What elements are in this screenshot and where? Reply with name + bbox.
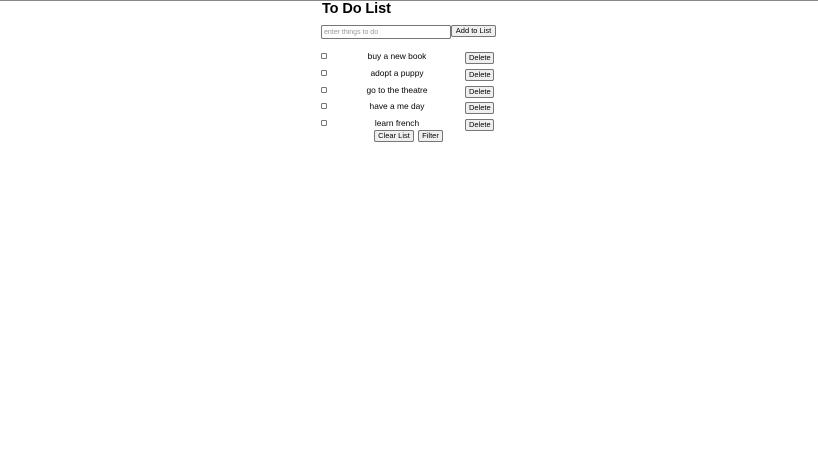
- delete-button[interactable]: Delete: [465, 68, 494, 81]
- clear-list-button[interactable]: Clear List: [374, 130, 414, 142]
- add-to-list-button[interactable]: Add to List: [451, 25, 496, 37]
- list-actions: Clear List Filter: [321, 130, 501, 142]
- todo-text: buy a new book: [367, 51, 427, 61]
- todo-list: buy a new book Delete adopt a puppy Dele…: [321, 51, 501, 135]
- todo-checkbox[interactable]: [321, 53, 327, 59]
- delete-button[interactable]: Delete: [465, 85, 494, 98]
- todo-item: go to the theatre Delete: [321, 85, 501, 102]
- todo-checkbox[interactable]: [321, 86, 327, 93]
- page-title: To Do List: [322, 1, 391, 17]
- todo-item: buy a new book Delete: [321, 51, 501, 68]
- todo-checkbox[interactable]: [321, 103, 327, 110]
- delete-button[interactable]: Delete: [465, 52, 494, 64]
- todo-checkbox[interactable]: [321, 69, 327, 76]
- todo-text: learn french: [374, 118, 420, 129]
- todo-text: go to the theatre: [366, 84, 428, 95]
- todo-text: adopt a puppy: [370, 67, 424, 78]
- todo-checkbox[interactable]: [321, 120, 327, 127]
- todo-text: have a me day: [369, 101, 425, 112]
- filter-button[interactable]: Filter: [418, 130, 443, 142]
- todo-item: adopt a puppy Delete: [321, 68, 501, 85]
- top-divider: [0, 0, 818, 1]
- todo-input[interactable]: [321, 25, 451, 39]
- todo-item: have a me day Delete: [321, 101, 501, 118]
- add-todo-form: Add to List: [321, 25, 501, 39]
- delete-button[interactable]: Delete: [465, 102, 494, 115]
